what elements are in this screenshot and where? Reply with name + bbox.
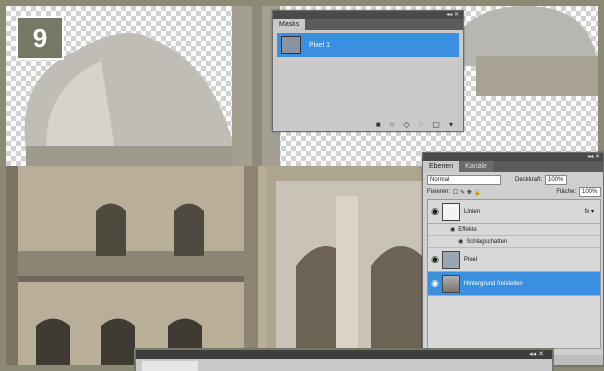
layer-row-pixel[interactable]: ◉ Pixel [428,248,600,272]
apply-mask-icon[interactable]: ■ [376,120,381,129]
effects-row[interactable]: ◉ Effekte [428,224,600,236]
tab-masks[interactable]: Masks [273,19,306,30]
tab-layers[interactable]: Ebenen [423,161,460,172]
layer-name: Pixel [464,256,478,263]
layer-row-background[interactable]: ◉ Hintergrund freistellen [428,272,600,296]
bottom-panel-tab[interactable] [142,361,198,371]
layer-name: Hintergrund freistellen [464,280,523,287]
screenshot-frame: 9 ◂◂ ✕ Masks Pixel 1 ■ ○ ◇ ◌ ▢ ▾ ◂◂ ✕ Eb… [0,0,604,371]
layer-list: ◉ Linien fx ▾ ◉ Effekte ◉ Schlagschatten… [427,199,601,349]
lock-icons[interactable]: ☐ ✎ ✥ 🔒 [453,189,481,196]
masks-footer-toolbar: ■ ○ ◇ ◌ ▢ ▾ [273,117,463,131]
fill-input[interactable]: 100% [579,187,601,197]
eye-icon[interactable]: ◉ [428,254,442,265]
effects-label: Effekte [458,226,477,233]
selection-from-mask-icon[interactable]: ○ [390,120,395,129]
drop-shadow-label: Schlagschatten [466,238,508,245]
masks-panel-titlebar[interactable]: ◂◂ ✕ [273,11,463,19]
fx-icon[interactable]: fx ▾ [585,208,594,215]
masks-panel-controls[interactable]: ◂◂ ✕ [446,11,459,19]
layers-panel[interactable]: ◂◂ ✕ Ebenen Kanäle Normal Deckkraft: 100… [422,152,604,366]
mask-item-row[interactable]: Pixel 1 [277,33,459,57]
lock-fill-row: Fixieren: ☐ ✎ ✥ 🔒 Fläche: 100% [427,186,601,198]
panel-menu-icon[interactable]: ▾ [449,120,453,129]
eye-icon[interactable]: ◉ [458,238,463,245]
opacity-label: Deckkraft: [515,177,543,183]
layer-thumbnail [442,202,460,221]
toggle-mask-icon[interactable]: ◌ [419,120,424,129]
mask-thumbnail [281,36,301,54]
layer-thumbnail [442,250,460,269]
masks-tabstrip: Masks [273,19,463,30]
layers-panel-controls[interactable]: ◂◂ ✕ [587,153,600,161]
delete-mask-icon[interactable]: ▢ [432,120,440,129]
layers-tabstrip: Ebenen Kanäle [423,161,603,172]
opacity-input[interactable]: 100% [545,175,568,185]
blend-mode-select[interactable]: Normal [427,175,501,185]
bottom-panel[interactable]: ◂◂ ✕ [134,348,554,371]
layers-panel-titlebar[interactable]: ◂◂ ✕ [423,153,603,161]
step-number-badge: 9 [16,16,64,60]
blend-opacity-row: Normal Deckkraft: 100% [427,174,601,186]
fill-label: Fläche: [556,189,576,195]
layer-name: Linien [464,208,481,215]
drop-shadow-row[interactable]: ◉ Schlagschatten [428,236,600,248]
layer-row-lines[interactable]: ◉ Linien fx ▾ [428,200,600,224]
lock-label: Fixieren: [427,189,451,195]
masks-panel[interactable]: ◂◂ ✕ Masks Pixel 1 ■ ○ ◇ ◌ ▢ ▾ [272,10,464,132]
step-number: 9 [32,22,48,53]
eye-icon[interactable]: ◉ [428,278,442,289]
layer-thumbnail [442,274,460,293]
eye-icon[interactable]: ◉ [428,206,442,217]
tab-channels[interactable]: Kanäle [459,161,493,172]
bottom-panel-titlebar[interactable]: ◂◂ ✕ [136,350,552,359]
bottom-panel-controls[interactable]: ◂◂ ✕ [529,350,544,359]
invert-mask-icon[interactable]: ◇ [404,120,410,129]
eye-icon[interactable]: ◉ [450,226,455,233]
mask-item-label: Pixel 1 [309,41,331,49]
